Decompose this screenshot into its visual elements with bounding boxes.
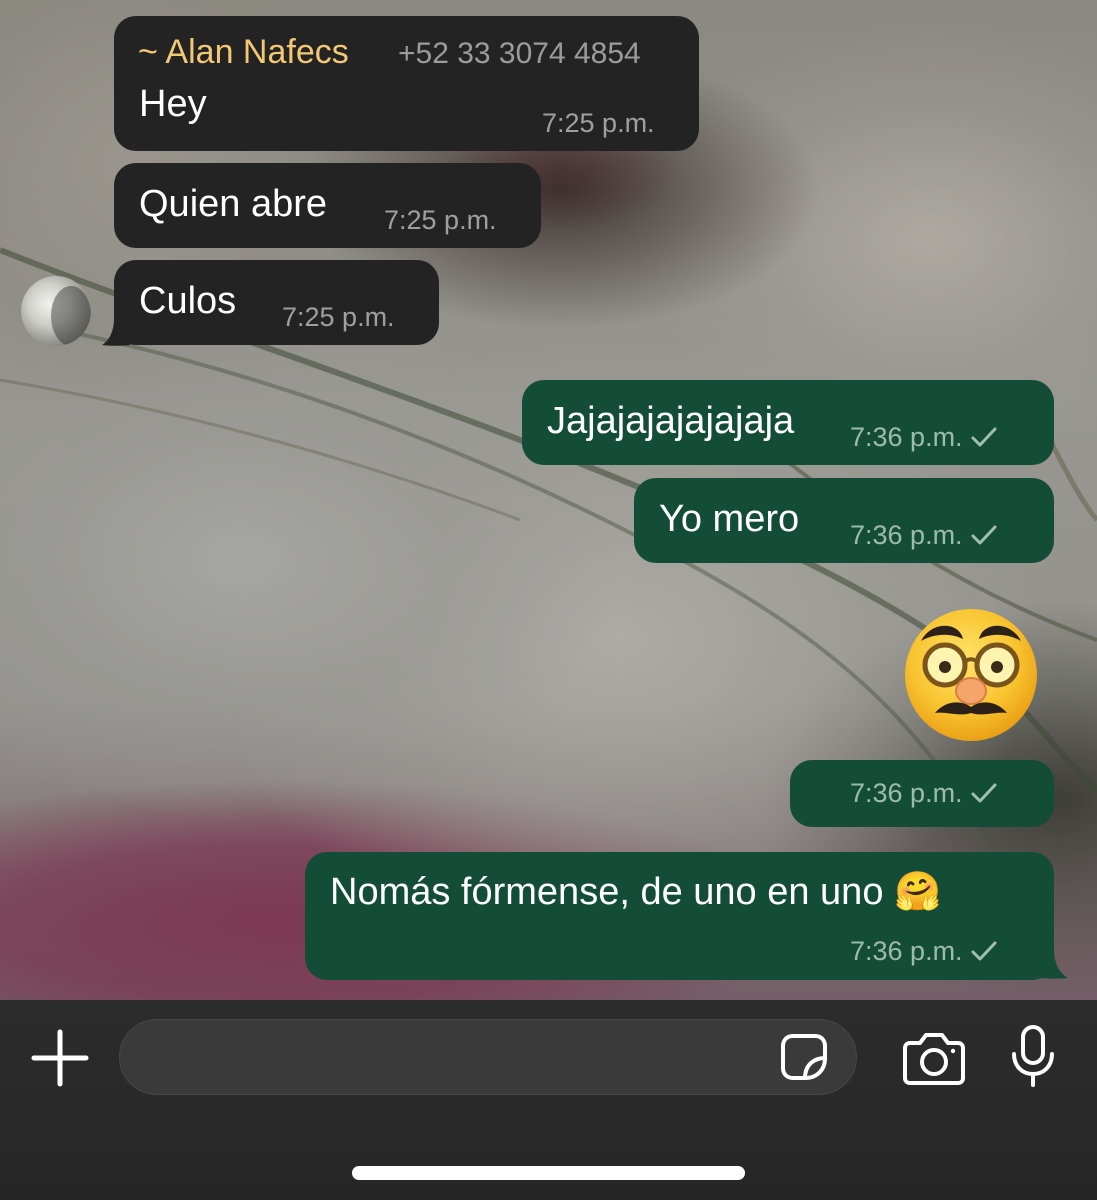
message-time: 7:25 p.m.: [542, 108, 655, 138]
contact-avatar[interactable]: [21, 276, 91, 346]
chat-screen: ~ Alan Nafecs +52 33 3074 4854 Hey 7:25 …: [0, 0, 1097, 1200]
sent-check-icon: [971, 941, 997, 961]
message-text: Jajajajajajajaja: [547, 400, 795, 442]
home-indicator[interactable]: [352, 1166, 745, 1180]
time-label: 7:36 p.m.: [850, 936, 963, 966]
microphone-icon[interactable]: [1010, 1024, 1056, 1088]
message-time: 7:36 p.m.: [850, 520, 997, 550]
plus-icon[interactable]: [30, 1028, 90, 1088]
incoming-message[interactable]: ~ Alan Nafecs +52 33 3074 4854 Hey 7:25 …: [114, 16, 699, 151]
sender-name[interactable]: ~ Alan Nafecs: [138, 32, 349, 72]
outgoing-sticker-time[interactable]: 7:36 p.m.: [790, 760, 1054, 827]
message-time: 7:25 p.m.: [282, 302, 395, 332]
incoming-message[interactable]: Culos 7:25 p.m.: [114, 260, 439, 345]
outgoing-message[interactable]: Yo mero 7:36 p.m.: [634, 478, 1054, 563]
sender-phone: +52 33 3074 4854: [398, 37, 641, 70]
outgoing-message[interactable]: Jajajajajajajaja 7:36 p.m.: [522, 380, 1054, 465]
message-text: Culos: [139, 280, 237, 322]
sent-check-icon: [971, 525, 997, 545]
message-time: 7:36 p.m.: [850, 422, 997, 452]
message-time: 7:25 p.m.: [384, 205, 497, 235]
message-time: 7:36 p.m.: [850, 778, 997, 808]
message-input[interactable]: [119, 1019, 857, 1095]
outgoing-message[interactable]: Nomás fórmense, de uno en uno 🤗 7:36 p.m…: [305, 852, 1054, 980]
disguised-face-emoji[interactable]: [901, 603, 1041, 743]
time-label: 7:36 p.m.: [850, 520, 963, 550]
time-label: 7:36 p.m.: [850, 778, 963, 808]
message-text: Quien abre: [139, 183, 328, 225]
incoming-message[interactable]: Quien abre 7:25 p.m.: [114, 163, 541, 248]
message-time: 7:36 p.m.: [850, 936, 997, 966]
message-text: Yo mero: [659, 498, 800, 540]
sticker-icon[interactable]: [779, 1032, 829, 1082]
message-text-field[interactable]: [146, 1036, 770, 1080]
sent-check-icon: [971, 427, 997, 447]
message-text: Nomás fórmense, de uno en uno 🤗: [330, 871, 942, 913]
camera-icon[interactable]: [902, 1031, 966, 1085]
time-label: 7:36 p.m.: [850, 422, 963, 452]
sent-check-icon: [971, 783, 997, 803]
message-text: Hey: [139, 83, 207, 125]
